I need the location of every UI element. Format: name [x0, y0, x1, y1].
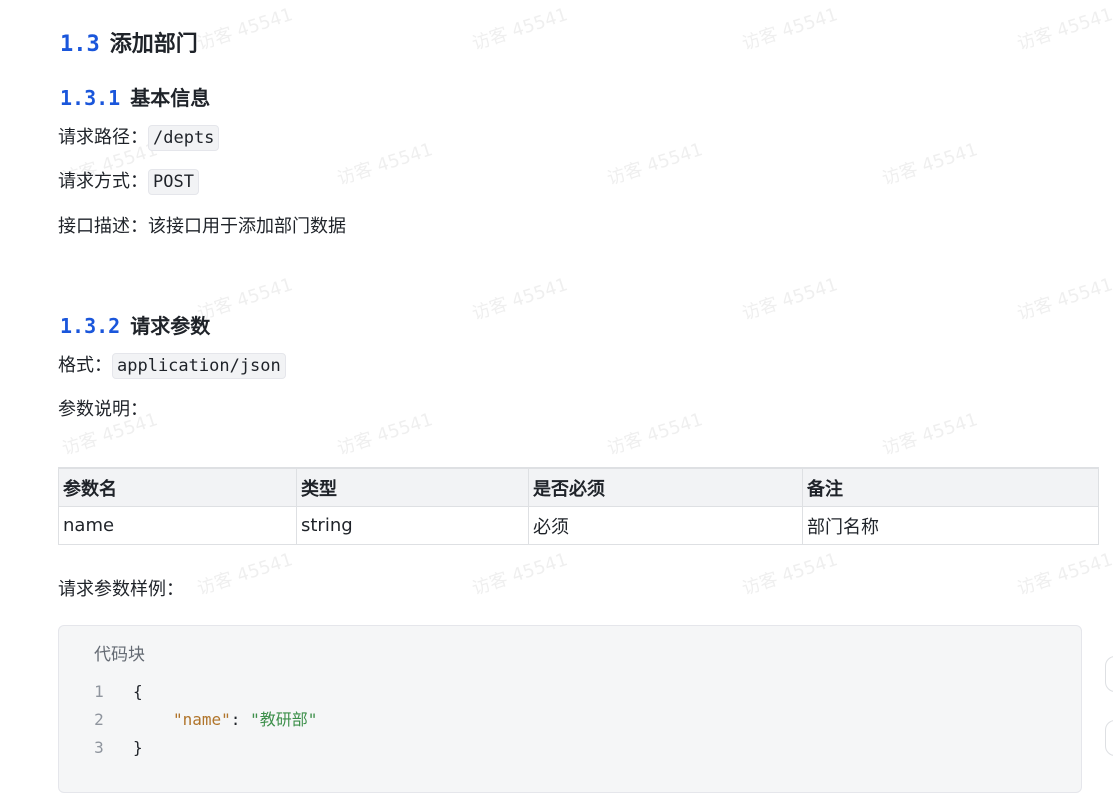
request-method-value: POST [148, 169, 199, 195]
table-header-row: 参数名 类型 是否必须 备注 [58, 467, 1099, 507]
line-number: 1 [94, 682, 104, 701]
watermark-text: 访客 45541 [739, 4, 841, 55]
code-block-title: 代码块 [94, 645, 145, 665]
request-method-label: 请求方式： [58, 171, 148, 192]
table-cell: name [58, 506, 297, 545]
watermark-text: 访客 45541 [879, 139, 981, 190]
code-block[interactable]: 代码块 1 { 2 "name": "教研部" 3 } [58, 625, 1082, 793]
section-heading: 1.3 添加部门 [60, 26, 198, 58]
table-header-cell: 参数名 [58, 467, 297, 507]
section-title: 添加部门 [109, 32, 198, 57]
subsection-number: 1.3.1 [60, 86, 121, 110]
watermark-text: 访客 45541 [1014, 4, 1113, 55]
subsection-title: 基本信息 [130, 86, 211, 110]
request-path-label: 请求路径： [58, 127, 148, 148]
params-table: 参数名 类型 是否必须 备注 name string 必须 部门名称 [58, 467, 1099, 545]
watermark-text: 访客 45541 [879, 409, 981, 460]
code-key: "name" [173, 710, 231, 729]
code-lines: 1 { 2 "name": "教研部" 3 } [59, 678, 1081, 762]
example-label-line: 请求参数样例： [58, 576, 184, 604]
code-text: "name": "教研部" [173, 706, 317, 734]
watermark-text: 访客 45541 [739, 549, 841, 600]
table-header-cell: 类型 [296, 467, 529, 507]
watermark-text: 访客 45541 [1014, 549, 1113, 600]
table-cell: string [296, 506, 529, 545]
watermark-text: 访客 45541 [604, 139, 706, 190]
watermark-text: 访客 45541 [194, 4, 296, 55]
params-description-line: 参数说明： [58, 396, 148, 424]
code-text: } [133, 738, 143, 757]
code-line: 1 { [59, 678, 1081, 706]
table-row: name string 必须 部门名称 [58, 506, 1099, 545]
format-label: 格式： [58, 355, 112, 376]
example-label: 请求参数样例： [58, 579, 184, 600]
code-separator: : [230, 710, 251, 729]
watermark-text: 访客 45541 [1014, 274, 1113, 325]
api-description-line: 接口描述：该接口用于添加部门数据 [58, 213, 346, 241]
table-header-cell: 是否必须 [528, 467, 803, 507]
watermark-text: 访客 45541 [334, 139, 436, 190]
format-line: 格式： application/json [58, 352, 286, 380]
api-description-label: 接口描述： [58, 216, 148, 237]
api-description-value: 该接口用于添加部门数据 [148, 216, 346, 237]
table-cell: 部门名称 [802, 506, 1099, 545]
code-string: "教研部" [250, 710, 318, 729]
floating-edge-button[interactable] [1105, 656, 1113, 692]
watermark-text: 访客 45541 [194, 549, 296, 600]
subsection-number: 1.3.2 [60, 314, 121, 338]
line-number: 3 [94, 738, 104, 757]
code-line: 2 "name": "教研部" [59, 706, 1081, 734]
watermark-text: 访客 45541 [469, 4, 571, 55]
params-description-label: 参数说明： [58, 399, 148, 420]
section-number: 1.3 [60, 32, 100, 57]
subsection-heading-request-params: 1.3.2 请求参数 [60, 310, 210, 339]
table-header-cell: 备注 [802, 467, 1099, 507]
subsection-heading-basic-info: 1.3.1 基本信息 [60, 82, 210, 111]
line-number: 2 [94, 710, 104, 729]
request-method-line: 请求方式： POST [58, 168, 199, 196]
watermark-text: 访客 45541 [604, 409, 706, 460]
watermark-text: 访客 45541 [469, 274, 571, 325]
request-path-value: /depts [148, 125, 220, 151]
code-text: { [133, 682, 143, 701]
request-path-line: 请求路径：/depts [58, 124, 220, 152]
watermark-text: 访客 45541 [469, 549, 571, 600]
subsection-title: 请求参数 [130, 314, 211, 338]
table-cell: 必须 [528, 506, 803, 545]
floating-edge-button[interactable] [1105, 720, 1113, 756]
format-value: application/json [112, 353, 286, 379]
code-line: 3 } [59, 734, 1081, 762]
watermark-text: 访客 45541 [739, 274, 841, 325]
watermark-text: 访客 45541 [334, 409, 436, 460]
